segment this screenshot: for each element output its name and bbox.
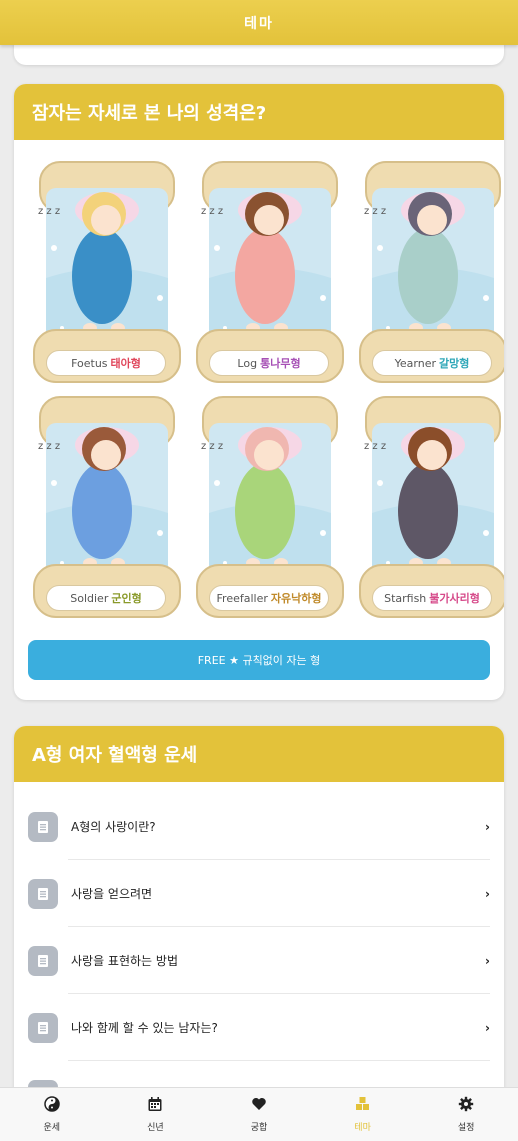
document-icon — [28, 1079, 58, 1087]
tab-heart[interactable]: 궁합 — [207, 1088, 311, 1141]
tab-yin-yang[interactable]: 운세 — [0, 1088, 104, 1141]
sleep-position-foetus[interactable]: z z z Foetus 태아형 — [32, 158, 182, 393]
sleep-position-label: Yearner 갈망형 — [372, 350, 492, 376]
sleep-position-label: Starfish 불가사리형 — [372, 585, 492, 611]
tab-label: 운세 — [43, 1123, 61, 1133]
tab-label: 궁합 — [250, 1123, 268, 1133]
sleep-position-label: Freefaller 자유낙하형 — [209, 585, 329, 611]
content-scroll[interactable]: 잠자는 자세로 본 나의 성격은? z z z Foetus 태아형 z z z Log… — [0, 45, 518, 1087]
tab-cubes[interactable]: 테마 — [311, 1088, 415, 1141]
document-icon — [28, 945, 58, 976]
svg-text:z z z: z z z — [201, 441, 223, 452]
sleep-position-label: Foetus 태아형 — [46, 350, 166, 376]
position-name-ko: 군인형 — [111, 592, 142, 605]
sleep-position-log[interactable]: z z z Log 통나무형 — [195, 158, 345, 393]
list-item-title: 사랑을 얻으려면 — [71, 887, 153, 901]
sleep-position-yearner[interactable]: z z z Yearner 갈망형 — [358, 158, 504, 393]
blood-card-header: A형 여자 혈액형 운세 — [14, 726, 504, 782]
free-style-button[interactable]: FREE ★ 규칙없이 자는 형 — [28, 640, 490, 680]
document-icon — [28, 1012, 58, 1043]
position-name-en: Log — [237, 356, 258, 370]
tab-gear[interactable]: 설정 — [414, 1088, 518, 1141]
document-icon — [28, 878, 58, 909]
chevron-right-icon: › — [485, 953, 490, 968]
tab-label: 테마 — [354, 1123, 371, 1133]
chevron-right-icon: › — [485, 1020, 490, 1035]
sleep-card-title: 잠자는 자세로 본 나의 성격은? — [32, 103, 267, 124]
position-name-en: Foetus — [71, 356, 108, 370]
bottom-tab-bar: 운세 신년 궁합 테마 설정 — [0, 1087, 518, 1141]
position-name-en: Starfish — [384, 591, 427, 605]
list-item[interactable]: A형의 사랑이란? › — [14, 793, 504, 860]
chevron-right-icon: › — [485, 819, 490, 834]
position-name-ko: 자유낙하형 — [270, 592, 322, 605]
tab-label: 신년 — [147, 1123, 164, 1133]
position-name-ko: 통나무형 — [260, 357, 301, 370]
tab-label: 설정 — [457, 1123, 475, 1133]
blood-type-card: A형 여자 혈액형 운세 A형의 사랑이란? › 사랑을 얻으려면 › 사랑을 표현하는… — [14, 726, 504, 1087]
document-icon — [28, 811, 58, 842]
position-name-en: Yearner — [394, 356, 436, 370]
cubes-icon — [354, 1096, 372, 1116]
list-item[interactable]: 사랑을 표현하는 방법 › — [14, 927, 504, 994]
sleep-position-label: Log 통나무형 — [209, 350, 329, 376]
position-name-ko: 태아형 — [110, 357, 141, 370]
app-header: 테마 — [0, 0, 518, 45]
position-name-en: Freefaller — [216, 591, 268, 605]
position-name-en: Soldier — [70, 591, 109, 605]
sleep-position-soldier[interactable]: z z z Soldier 군인형 — [32, 393, 182, 628]
sleep-position-card: 잠자는 자세로 본 나의 성격은? z z z Foetus 태아형 z z z Log… — [14, 84, 504, 700]
heart-icon — [251, 1096, 267, 1116]
list-item-title: 나와 함께 할 수 있는 남자는? — [71, 1021, 218, 1035]
svg-text:z z z: z z z — [364, 441, 386, 452]
list-item[interactable]: 나와 함께 할 수 있는 남자는? › — [14, 994, 504, 1061]
sleep-card-header: 잠자는 자세로 본 나의 성격은? — [14, 84, 504, 140]
svg-text:z z z: z z z — [364, 206, 386, 217]
yin-yang-icon — [44, 1096, 60, 1116]
sleep-position-grid: z z z Foetus 태아형 z z z Log 통나무형 z z z Yearner 갈망… — [32, 158, 504, 628]
calendar-icon — [147, 1096, 163, 1116]
position-name-ko: 갈망형 — [438, 357, 470, 370]
svg-text:z z z: z z z — [201, 206, 223, 217]
gear-icon — [458, 1096, 474, 1116]
list-item[interactable]: 사랑을 얻으려면 › — [14, 860, 504, 927]
chevron-right-icon: › — [485, 886, 490, 901]
sleep-position-freefaller[interactable]: z z z Freefaller 자유낙하형 — [195, 393, 345, 628]
sleep-position-label: Soldier 군인형 — [46, 585, 166, 611]
blood-card-title: A형 여자 혈액형 운세 — [32, 745, 198, 766]
list-item[interactable]: 연인과 함께 할때 힘든 점› — [14, 1061, 504, 1087]
sleep-position-starfish[interactable]: z z z Starfish 불가사리형 — [358, 393, 504, 628]
position-name-ko: 불가사리형 — [429, 592, 480, 605]
svg-text:z z z: z z z — [38, 441, 60, 452]
tab-calendar[interactable]: 신년 — [104, 1088, 208, 1141]
list-item-title: 사랑을 표현하는 방법 — [71, 954, 178, 968]
list-item-title: A형의 사랑이란? — [71, 820, 156, 834]
svg-text:z z z: z z z — [38, 206, 60, 217]
page-title: 테마 — [244, 15, 274, 32]
previous-card — [14, 45, 504, 65]
